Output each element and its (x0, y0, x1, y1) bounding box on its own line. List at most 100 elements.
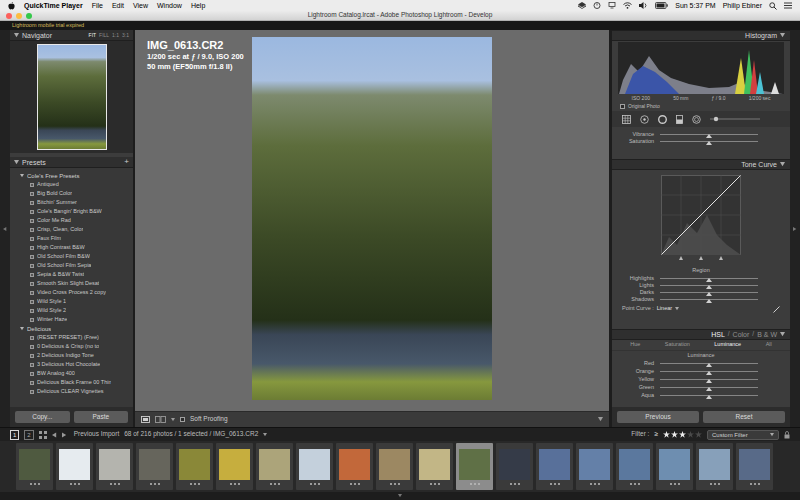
panel-toggle-icon[interactable] (14, 33, 19, 38)
filmstrip-thumbnail[interactable] (416, 443, 453, 490)
slider-thumb[interactable] (706, 371, 712, 375)
star-icon[interactable] (671, 431, 678, 438)
graduated-filter-icon[interactable] (676, 115, 683, 124)
filmstrip-thumbnail[interactable] (456, 443, 493, 490)
filmstrip-thumbnail[interactable] (296, 443, 333, 490)
zoom-button[interactable] (26, 13, 32, 19)
hsl-tab[interactable]: HSL (711, 331, 725, 338)
preset-item[interactable]: Big Bold Color (10, 189, 133, 198)
dropbox-icon[interactable] (578, 2, 586, 9)
slider-thumb[interactable] (706, 292, 712, 296)
filmstrip-thumbnail[interactable] (536, 443, 573, 490)
star-icon[interactable] (679, 431, 686, 438)
filter-preset-select[interactable]: Custom Filter (707, 430, 779, 440)
selection-info[interactable]: 68 of 216 photos / 1 selected / IMG_0613… (124, 431, 258, 438)
slider-track[interactable] (660, 292, 758, 293)
preset-item[interactable]: Smooth Skin Slight Desat (10, 279, 133, 288)
slider-track[interactable] (660, 395, 758, 396)
filmstrip-thumbnail[interactable] (696, 443, 733, 490)
preset-item[interactable]: BW Analog 400 (10, 369, 133, 378)
hsl-tab[interactable]: Color (733, 331, 750, 338)
star-icon[interactable] (687, 431, 694, 438)
panel-toggle-icon[interactable] (780, 332, 785, 337)
screen-button[interactable]: 1 (10, 430, 19, 440)
tone-curve-title[interactable]: Tone Curve (741, 161, 777, 168)
slider-track[interactable] (660, 278, 758, 279)
add-preset-button[interactable]: + (124, 158, 129, 166)
filmstrip-thumbnail[interactable] (616, 443, 653, 490)
hsl-subtab[interactable]: All (766, 342, 772, 348)
histogram-title[interactable]: Histogram (745, 32, 777, 39)
panel-toggle-icon[interactable] (780, 33, 785, 38)
star-filter[interactable] (663, 431, 702, 438)
presets-title[interactable]: Presets (22, 159, 46, 166)
original-photo-checkbox[interactable] (620, 104, 625, 109)
soft-proofing-label[interactable]: Soft Proofing (190, 416, 228, 423)
copy-button[interactable]: Copy... (15, 411, 70, 423)
preset-item[interactable]: Crisp, Clean, Color (10, 225, 133, 234)
spotlight-icon[interactable] (769, 2, 777, 10)
slider-thumb[interactable] (706, 363, 712, 367)
filmstrip-thumbnail[interactable] (176, 443, 213, 490)
hsl-subtab[interactable]: Hue (630, 342, 640, 348)
slider-thumb[interactable] (706, 278, 712, 282)
dropdown-icon[interactable] (675, 307, 679, 311)
collapse-right-icon[interactable] (793, 226, 797, 232)
forward-arrow-icon[interactable] (62, 432, 67, 438)
paste-button[interactable]: Paste (74, 411, 129, 423)
brush-slider-icon[interactable] (710, 116, 760, 122)
preset-folder[interactable]: Cole's Free Presets (10, 171, 133, 180)
preset-item[interactable]: 0 Delicious & Crisp (no to (10, 342, 133, 351)
menu-item[interactable]: Window (157, 2, 182, 9)
reset-button[interactable]: Reset (703, 411, 785, 423)
filmstrip-thumbnail[interactable] (736, 443, 773, 490)
time-machine-icon[interactable] (593, 2, 601, 9)
hsl-subtab[interactable]: Saturation (665, 342, 690, 348)
preset-item[interactable]: Cole's Bangin' Bright B&W (10, 207, 133, 216)
filmstrip-thumbnail[interactable] (496, 443, 533, 490)
folder-toggle-icon[interactable] (20, 327, 24, 331)
battery-icon[interactable] (655, 2, 668, 9)
tone-curve-graph-icon[interactable] (661, 175, 741, 261)
volume-icon[interactable] (639, 2, 648, 9)
radial-filter-icon[interactable] (692, 115, 701, 124)
filmstrip-thumbnail[interactable] (256, 443, 293, 490)
apple-icon[interactable] (8, 2, 15, 10)
screen-button[interactable]: 2 (24, 430, 33, 440)
zoom-option[interactable]: 3:1 (122, 33, 129, 38)
notifications-icon[interactable] (784, 2, 792, 9)
collapse-left-icon[interactable] (3, 226, 7, 232)
filmstrip-thumbnail[interactable] (96, 443, 133, 490)
clock[interactable]: Sun 5:37 PM (675, 2, 715, 9)
user-name[interactable]: Philip Ebiner (723, 2, 762, 9)
dropdown-icon[interactable] (770, 433, 774, 437)
slider-track[interactable] (660, 285, 758, 286)
preset-item[interactable]: Delicious CLEAR Vignettes (10, 387, 133, 396)
crop-icon[interactable] (622, 115, 631, 124)
star-icon[interactable] (695, 431, 702, 438)
preset-item[interactable]: Old School Film B&W (10, 252, 133, 261)
toolbar-menu-icon[interactable] (598, 417, 603, 422)
preset-item[interactable]: Winter Haze (10, 315, 133, 324)
slider-thumb[interactable] (706, 285, 712, 289)
airplay-icon[interactable] (608, 2, 616, 9)
panel-toggle-icon[interactable] (14, 160, 19, 165)
panel-toggle-icon[interactable] (780, 162, 785, 167)
slider-track[interactable] (660, 387, 758, 388)
menu-item[interactable]: View (133, 2, 148, 9)
source-name[interactable]: Previous Import (72, 431, 120, 438)
soft-proofing-checkbox[interactable] (180, 417, 185, 422)
preset-item[interactable]: Antiqued (10, 180, 133, 189)
slider-track[interactable] (660, 299, 758, 300)
navigator-title[interactable]: Navigator (22, 32, 52, 39)
menu-item[interactable]: Help (191, 2, 205, 9)
folder-toggle-icon[interactable] (20, 174, 24, 178)
previous-button[interactable]: Previous (617, 411, 699, 423)
filmstrip-thumbnail[interactable] (576, 443, 613, 490)
collapse-bottom-icon[interactable] (397, 494, 403, 498)
wifi-icon[interactable] (623, 2, 632, 9)
filter-operator[interactable]: ≥ (654, 431, 658, 438)
preset-item[interactable]: Wild Style 2 (10, 306, 133, 315)
filmstrip-thumbnail[interactable] (216, 443, 253, 490)
slider-track[interactable] (660, 134, 758, 135)
